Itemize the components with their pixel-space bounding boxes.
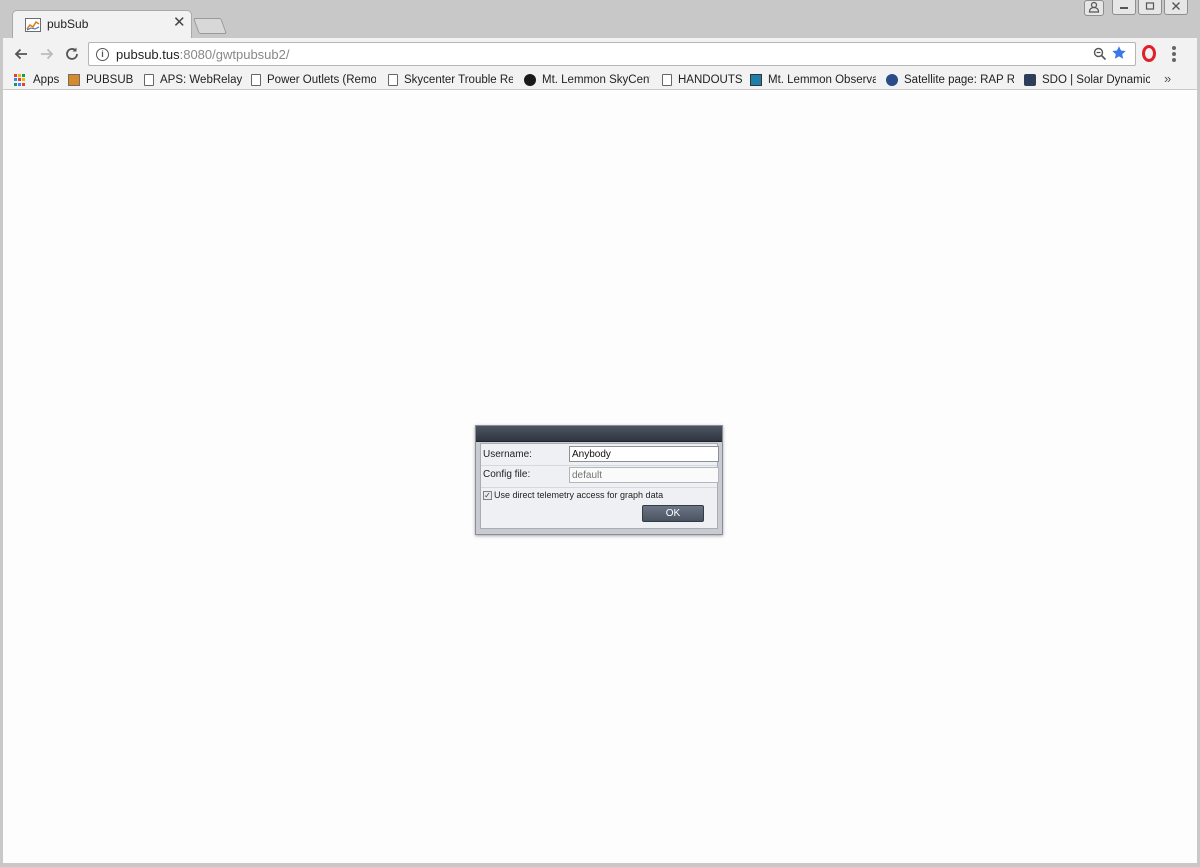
url-host: pubsub.tus	[116, 47, 180, 62]
forward-arrow-icon[interactable]	[36, 43, 58, 65]
minimize-icon[interactable]	[1112, 0, 1136, 15]
bookmark-label: SDO | Solar Dynamics	[1042, 74, 1150, 86]
telemetry-option[interactable]: ✓ Use direct telemetry access for graph …	[483, 490, 663, 500]
bookmark-observatory[interactable]: Mt. Lemmon Observa	[750, 72, 876, 88]
page-icon	[144, 74, 154, 86]
new-tab-button[interactable]	[193, 18, 227, 34]
url-text[interactable]: pubsub.tus:8080/gwtpubsub2/	[116, 47, 289, 62]
bookmark-handouts[interactable]: HANDOUTS	[662, 72, 742, 88]
address-bar[interactable]: i pubsub.tus:8080/gwtpubsub2/	[88, 42, 1136, 66]
config-file-input[interactable]	[569, 467, 719, 483]
restore-icon[interactable]	[1138, 0, 1162, 15]
bookmark-label: Skycenter Trouble Rep	[404, 74, 513, 86]
ok-button[interactable]: OK	[642, 505, 704, 522]
reload-icon[interactable]	[61, 43, 83, 65]
dark-circle-icon	[524, 74, 536, 86]
config-file-label: Config file:	[483, 469, 531, 480]
globe-icon	[886, 74, 898, 86]
sdo-icon	[1024, 74, 1036, 86]
profile-icon[interactable]	[1084, 0, 1104, 16]
page-icon	[662, 74, 672, 86]
bookmark-star-icon[interactable]	[1111, 44, 1127, 67]
telemetry-label: Use direct telemetry access for graph da…	[494, 490, 664, 500]
bookmark-skycenter-trouble[interactable]: Skycenter Trouble Rep	[388, 72, 513, 88]
row-divider	[481, 487, 717, 488]
close-icon[interactable]: ✕	[173, 15, 186, 31]
bookmark-aps-webrelays[interactable]: APS: WebRelays	[144, 72, 242, 88]
close-window-icon[interactable]	[1164, 0, 1188, 15]
bookmark-label: PUBSUB!	[86, 74, 134, 86]
apps-grid-icon	[14, 74, 26, 86]
url-path: :8080/gwtpubsub2/	[179, 47, 290, 62]
bookmark-power-outlets[interactable]: Power Outlets (Remot	[251, 72, 376, 88]
page-icon	[388, 74, 398, 86]
observatory-icon	[750, 74, 762, 86]
back-arrow-icon[interactable]	[10, 43, 32, 65]
menu-icon[interactable]	[1172, 46, 1176, 62]
chart-icon	[68, 74, 80, 86]
tab-pubsub[interactable]: pubSub ✕	[12, 10, 192, 38]
chart-icon	[25, 18, 41, 32]
bookmark-satellite[interactable]: Satellite page: RAP Re	[886, 72, 1014, 88]
bookmark-pubsub[interactable]: PUBSUB!	[68, 72, 134, 88]
zoom-icon[interactable]	[1093, 46, 1107, 65]
bookmark-sdo[interactable]: SDO | Solar Dynamics	[1024, 72, 1150, 88]
info-icon[interactable]: i	[96, 48, 109, 61]
bookmark-label: Satellite page: RAP Re	[904, 74, 1014, 86]
window-controls	[1084, 0, 1188, 16]
bookmark-label: Mt. Lemmon SkyCente	[542, 74, 650, 86]
tab-title: pubSub	[47, 17, 89, 31]
bookmark-label: HANDOUTS	[678, 74, 742, 86]
bookmarks-overflow-button[interactable]: »	[1164, 71, 1171, 86]
bookmark-apps[interactable]: Apps	[14, 72, 64, 88]
dialog-caption-bar[interactable]	[476, 426, 722, 442]
opera-extension-icon[interactable]	[1142, 45, 1156, 62]
page-icon	[251, 74, 261, 86]
bookmark-skycenter[interactable]: Mt. Lemmon SkyCente	[524, 72, 650, 88]
bookmark-label: Apps	[33, 74, 60, 86]
bookmarks-bar: Apps PUBSUB! APS: WebRelays Power Outlet…	[0, 70, 1200, 90]
browser-toolbar: i pubsub.tus:8080/gwtpubsub2/	[0, 38, 1200, 70]
username-input[interactable]	[569, 446, 719, 462]
username-label: Username:	[483, 449, 532, 460]
bookmark-label: Mt. Lemmon Observa	[768, 74, 876, 86]
tab-strip: pubSub ✕	[0, 0, 1200, 38]
bookmark-label: APS: WebRelays	[160, 74, 242, 86]
checkbox-checked-icon[interactable]: ✓	[483, 490, 492, 500]
row-divider	[481, 465, 717, 466]
bookmark-label: Power Outlets (Remot	[267, 74, 376, 86]
